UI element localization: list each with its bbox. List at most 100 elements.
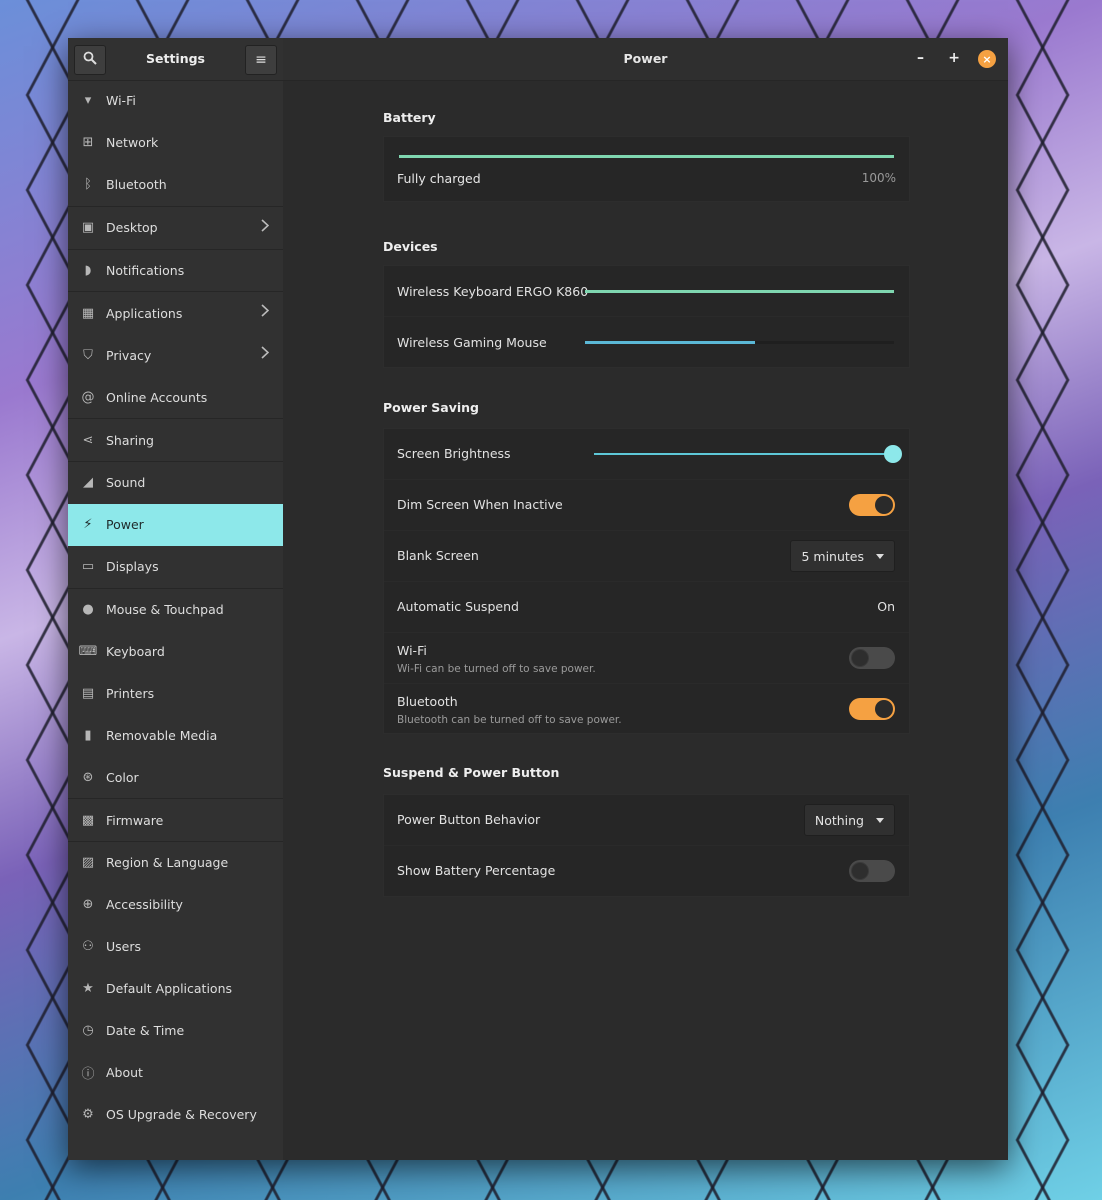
bluetooth-power-toggle[interactable] bbox=[849, 698, 895, 720]
sidebar-item-region-language[interactable]: ▨ Region & Language bbox=[68, 841, 283, 884]
sidebar-item-printers[interactable]: ▤ Printers bbox=[68, 672, 283, 714]
battery-percentage-label: Show Battery Percentage bbox=[397, 863, 556, 878]
sidebar-item-label: Color bbox=[106, 769, 139, 785]
close-icon: × bbox=[982, 52, 992, 66]
screen-brightness-slider[interactable] bbox=[594, 445, 902, 463]
wifi-icon: ▾ bbox=[84, 93, 92, 109]
os-upgrade-icon: ⚙ bbox=[82, 1106, 94, 1122]
menu-button[interactable]: ≡ bbox=[245, 45, 277, 75]
sidebar-item-date-time[interactable]: ◷ Date & Time bbox=[68, 1010, 283, 1052]
suspend-card: Power Button Behavior Nothing Show Batte… bbox=[383, 794, 910, 897]
power-saving-section-title: Power Saving bbox=[383, 400, 480, 415]
accessibility-icon: ⊕ bbox=[82, 897, 94, 913]
applications-icon: ▦ bbox=[81, 305, 95, 321]
power-button-dropdown[interactable]: Nothing bbox=[803, 804, 895, 836]
network-icon: ⊞ bbox=[82, 135, 94, 151]
sidebar-item-sharing[interactable]: ⋖ Sharing bbox=[68, 418, 283, 461]
screen-brightness-row: Screen Brightness bbox=[384, 429, 909, 479]
sidebar-item-bluetooth[interactable]: ᛒ Bluetooth bbox=[68, 164, 283, 206]
automatic-suspend-label: Automatic Suspend bbox=[397, 599, 519, 614]
blank-screen-row: Blank Screen 5 minutes bbox=[384, 530, 909, 581]
sidebar-item-label: Notifications bbox=[106, 263, 185, 278]
automatic-suspend-row[interactable]: Automatic Suspend On bbox=[384, 581, 909, 632]
default-applications-icon: ★ bbox=[82, 981, 94, 997]
sidebar-item-os-upgrade-recovery[interactable]: ⚙ OS Upgrade & Recovery bbox=[68, 1093, 283, 1135]
sidebar-item-firmware[interactable]: ▩ Firmware bbox=[68, 798, 283, 841]
sidebar-item-label: Online Accounts bbox=[106, 389, 208, 405]
online-accounts-icon: @ bbox=[81, 389, 95, 405]
bluetooth-power-row: Bluetooth Bluetooth can be turned off to… bbox=[384, 683, 909, 734]
desktop-icon: ▣ bbox=[81, 220, 95, 236]
sidebar: Settings ≡ ▾ Wi-Fi ⊞ Network ᛒ Bluetooth ▣ Desk… bbox=[68, 38, 283, 1160]
dim-screen-row: Dim Screen When Inactive bbox=[384, 479, 909, 530]
sidebar-item-sound[interactable]: ◢ Sound bbox=[68, 461, 283, 504]
automatic-suspend-value: On bbox=[877, 599, 895, 614]
about-icon: ⓘ bbox=[81, 1066, 95, 1082]
battery-card: Fully charged 100% bbox=[383, 136, 910, 202]
color-icon: ⊛ bbox=[82, 769, 94, 785]
chevron-right-icon bbox=[261, 346, 270, 362]
slider-fill bbox=[594, 453, 893, 455]
sidebar-item-applications[interactable]: ▦ Applications bbox=[68, 291, 283, 334]
battery-percentage-toggle[interactable] bbox=[849, 860, 895, 882]
sidebar-header: Settings ≡ bbox=[68, 38, 283, 81]
notifications-icon: ◗ bbox=[84, 263, 92, 278]
printer-icon: ▤ bbox=[81, 685, 95, 701]
privacy-icon: ⛉ bbox=[83, 347, 93, 363]
sidebar-item-label: Default Applications bbox=[106, 981, 233, 997]
sidebar-item-mouse-touchpad[interactable]: ● Mouse & Touchpad bbox=[68, 587, 283, 631]
slider-handle[interactable] bbox=[884, 445, 902, 463]
wifi-power-toggle[interactable] bbox=[849, 647, 895, 669]
toggle-knob bbox=[851, 862, 869, 880]
firmware-icon: ▩ bbox=[81, 812, 95, 828]
screen-brightness-label: Screen Brightness bbox=[397, 446, 511, 461]
device-level-bar bbox=[585, 341, 894, 344]
sidebar-item-label: Sharing bbox=[106, 432, 154, 448]
sidebar-item-color[interactable]: ⊛ Color bbox=[68, 756, 283, 798]
sidebar-item-wi-fi[interactable]: ▾ Wi-Fi bbox=[68, 80, 283, 122]
blank-screen-label: Blank Screen bbox=[397, 548, 479, 563]
users-icon: ⚇ bbox=[82, 939, 94, 955]
toggle-knob bbox=[875, 496, 893, 514]
power-button-value: Nothing bbox=[814, 812, 864, 828]
maximize-button[interactable]: + bbox=[948, 50, 960, 66]
sidebar-item-about[interactable]: ⓘ About bbox=[68, 1051, 283, 1093]
power-saving-card: Screen Brightness Dim Screen When Inacti… bbox=[383, 428, 910, 734]
sidebar-item-label: Firmware bbox=[106, 812, 164, 828]
blank-screen-dropdown[interactable]: 5 minutes bbox=[790, 540, 895, 572]
dim-screen-toggle[interactable] bbox=[849, 494, 895, 516]
sidebar-item-network[interactable]: ⊞ Network bbox=[68, 122, 283, 164]
sidebar-item-label: Date & Time bbox=[106, 1023, 185, 1039]
sidebar-item-notifications[interactable]: ◗ Notifications bbox=[68, 248, 283, 292]
close-button[interactable]: × bbox=[978, 50, 996, 68]
sidebar-item-label: Keyboard bbox=[106, 644, 165, 660]
sidebar-item-label: Bluetooth bbox=[106, 177, 167, 193]
toggle-knob bbox=[851, 649, 869, 667]
sidebar-item-label: Region & Language bbox=[106, 855, 229, 871]
sidebar-item-displays[interactable]: ▭ Displays bbox=[68, 546, 283, 588]
sidebar-item-keyboard[interactable]: ⌨ Keyboard bbox=[68, 631, 283, 673]
sidebar-item-label: About bbox=[106, 1064, 143, 1080]
sidebar-item-label: Power bbox=[106, 517, 144, 533]
sidebar-item-default-applications[interactable]: ★ Default Applications bbox=[68, 968, 283, 1010]
sidebar-item-desktop[interactable]: ▣ Desktop bbox=[68, 205, 283, 249]
device-level-bar bbox=[585, 290, 894, 293]
device-level-fill bbox=[585, 341, 755, 344]
sidebar-item-power[interactable]: ⚡ Power bbox=[68, 503, 283, 546]
sidebar-item-label: Network bbox=[106, 135, 159, 151]
devices-section-title: Devices bbox=[383, 239, 438, 254]
sharing-icon: ⋖ bbox=[82, 432, 94, 448]
sidebar-item-privacy[interactable]: ⛉ Privacy bbox=[68, 334, 283, 376]
device-row: Wireless Gaming Mouse bbox=[384, 316, 909, 367]
sidebar-item-users[interactable]: ⚇ Users bbox=[68, 926, 283, 968]
minimize-button[interactable]: – bbox=[917, 50, 924, 66]
battery-level-bar bbox=[399, 155, 894, 158]
main-header: Power – + × bbox=[283, 38, 1008, 81]
chevron-down-icon bbox=[876, 553, 884, 559]
sidebar-item-label: Wi-Fi bbox=[106, 93, 136, 109]
main-panel: Power – + × Battery Fully charged 100% D… bbox=[283, 38, 1008, 1160]
sidebar-item-removable-media[interactable]: ▮ Removable Media bbox=[68, 714, 283, 756]
keyboard-icon: ⌨ bbox=[78, 644, 98, 660]
sidebar-item-online-accounts[interactable]: @ Online Accounts bbox=[68, 376, 283, 418]
sidebar-item-accessibility[interactable]: ⊕ Accessibility bbox=[68, 884, 283, 926]
